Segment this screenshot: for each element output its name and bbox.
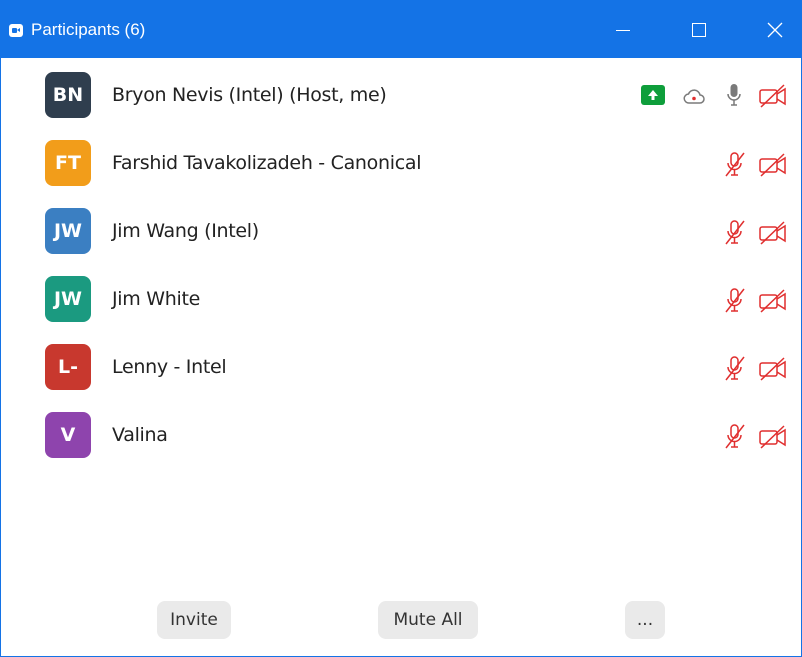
video-off-icon[interactable]	[758, 153, 788, 177]
participant-row[interactable]: V Valina	[1, 403, 801, 471]
microphone-muted-icon[interactable]	[723, 219, 747, 247]
minimize-icon	[616, 30, 630, 31]
avatar: V	[45, 412, 91, 458]
video-off-icon[interactable]	[758, 425, 788, 449]
participant-row[interactable]: BN Bryon Nevis (Intel) (Host, me)	[1, 63, 801, 131]
participant-name: Lenny - Intel	[112, 356, 227, 378]
avatar: L-	[45, 344, 91, 390]
maximize-button[interactable]	[669, 1, 729, 58]
microphone-icon[interactable]	[726, 83, 742, 109]
participant-name: Jim White	[112, 288, 200, 310]
participant-row[interactable]: L- Lenny - Intel	[1, 335, 801, 403]
video-off-icon[interactable]	[758, 84, 788, 108]
avatar: FT	[45, 140, 91, 186]
title-bar[interactable]: Participants (6)	[1, 1, 801, 58]
window-title: Participants (6)	[31, 20, 146, 39]
participants-window: Participants (6) BN Bryon Nevis (Intel) …	[0, 0, 802, 657]
mute-all-button[interactable]: Mute All	[378, 601, 478, 639]
close-icon	[767, 22, 783, 38]
microphone-muted-icon[interactable]	[723, 423, 747, 451]
invite-button[interactable]: Invite	[157, 601, 231, 639]
maximize-icon	[692, 22, 706, 37]
participant-name: Jim Wang (Intel)	[112, 220, 259, 242]
participant-name: Bryon Nevis (Intel) (Host, me)	[112, 84, 387, 106]
avatar: JW	[45, 208, 91, 254]
participant-name: Farshid Tavakolizadeh - Canonical	[112, 152, 422, 174]
participant-row[interactable]: FT Farshid Tavakolizadeh - Canonical	[1, 131, 801, 199]
video-off-icon[interactable]	[758, 221, 788, 245]
microphone-muted-icon[interactable]	[723, 355, 747, 383]
video-off-icon[interactable]	[758, 357, 788, 381]
zoom-camera-icon	[9, 24, 23, 37]
more-options-button[interactable]: ...	[625, 601, 665, 639]
microphone-muted-icon[interactable]	[723, 287, 747, 315]
share-screen-icon[interactable]	[641, 85, 665, 105]
avatar: BN	[45, 72, 91, 118]
video-off-icon[interactable]	[758, 289, 788, 313]
cloud-record-icon	[683, 89, 705, 105]
participant-row[interactable]: JW Jim Wang (Intel)	[1, 199, 801, 267]
avatar: JW	[45, 276, 91, 322]
minimize-button[interactable]	[593, 1, 653, 58]
participant-row[interactable]: JW Jim White	[1, 267, 801, 335]
participant-name: Valina	[112, 424, 168, 446]
close-button[interactable]	[745, 1, 802, 58]
microphone-muted-icon[interactable]	[723, 151, 747, 179]
